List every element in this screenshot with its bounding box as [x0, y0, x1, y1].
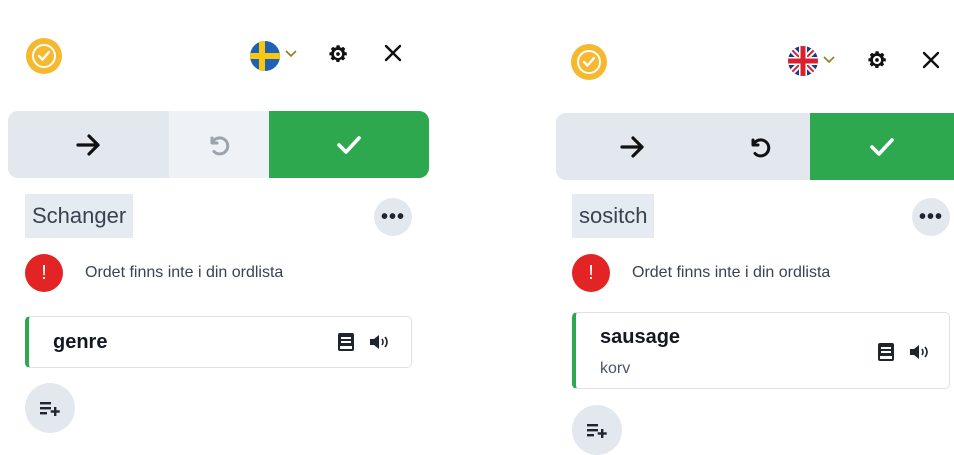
speaker-icon[interactable]: [369, 332, 391, 352]
chevron-down-icon[interactable]: [823, 52, 835, 66]
warning-text: Ordet finns inte i din ordlista: [85, 264, 284, 281]
action-bar: [556, 113, 954, 180]
suggestion-word: genre: [53, 331, 108, 353]
misspelled-word: Schanger: [25, 194, 134, 238]
right-panel: sositch ••• ! Ordet finns inte i din ord…: [546, 0, 954, 455]
arrow-right-icon: [75, 133, 100, 156]
action-bar: [8, 111, 429, 178]
add-to-list-button[interactable]: [25, 383, 75, 433]
accept-button[interactable]: [810, 113, 954, 180]
suggestion-subtitle: korv: [600, 360, 631, 377]
sweden-flag-icon[interactable]: [250, 41, 280, 71]
suggestion-word: sausage: [600, 326, 681, 348]
app-logo-icon: [571, 44, 607, 80]
close-icon[interactable]: [383, 43, 403, 63]
suggestion-card[interactable]: sausage korv: [572, 312, 950, 389]
warning-text: Ordet finns inte i din ordlista: [632, 264, 831, 281]
next-button[interactable]: [556, 113, 710, 180]
dictionary-book-icon[interactable]: [337, 332, 355, 352]
undo-button[interactable]: [169, 111, 269, 178]
speaker-icon[interactable]: [909, 342, 931, 362]
suggestion-actions: [337, 332, 391, 352]
undo-button[interactable]: [710, 113, 810, 180]
more-options-button[interactable]: •••: [912, 198, 950, 236]
exclamation-icon: !: [25, 254, 63, 292]
undo-icon: [751, 137, 771, 157]
left-panel: Schanger ••• ! Ordet finns inte i din or…: [0, 0, 440, 448]
misspelled-word: sositch: [572, 194, 655, 238]
chevron-down-icon[interactable]: [285, 46, 297, 60]
gear-icon[interactable]: [866, 49, 888, 71]
playlist-add-icon: [40, 402, 60, 416]
gear-icon[interactable]: [327, 43, 349, 65]
check-icon: [870, 137, 894, 156]
suggestion-actions: [877, 342, 931, 362]
next-button[interactable]: [8, 111, 169, 178]
app-logo-icon: [26, 38, 62, 74]
accept-button[interactable]: [269, 111, 429, 178]
dictionary-book-icon[interactable]: [877, 342, 895, 362]
warning-message: ! Ordet finns inte i din ordlista: [572, 254, 830, 292]
undo-icon: [210, 135, 230, 155]
more-options-button[interactable]: •••: [374, 198, 412, 236]
top-toolbar: [546, 38, 954, 80]
exclamation-icon: !: [572, 254, 610, 292]
check-icon: [337, 135, 361, 154]
suggestion-card[interactable]: genre: [25, 316, 412, 368]
uk-flag-icon[interactable]: [788, 46, 818, 76]
arrow-right-icon: [620, 135, 644, 158]
warning-message: ! Ordet finns inte i din ordlista: [25, 254, 283, 292]
playlist-add-icon: [587, 424, 607, 438]
close-icon[interactable]: [921, 50, 941, 70]
top-toolbar: [0, 38, 440, 78]
